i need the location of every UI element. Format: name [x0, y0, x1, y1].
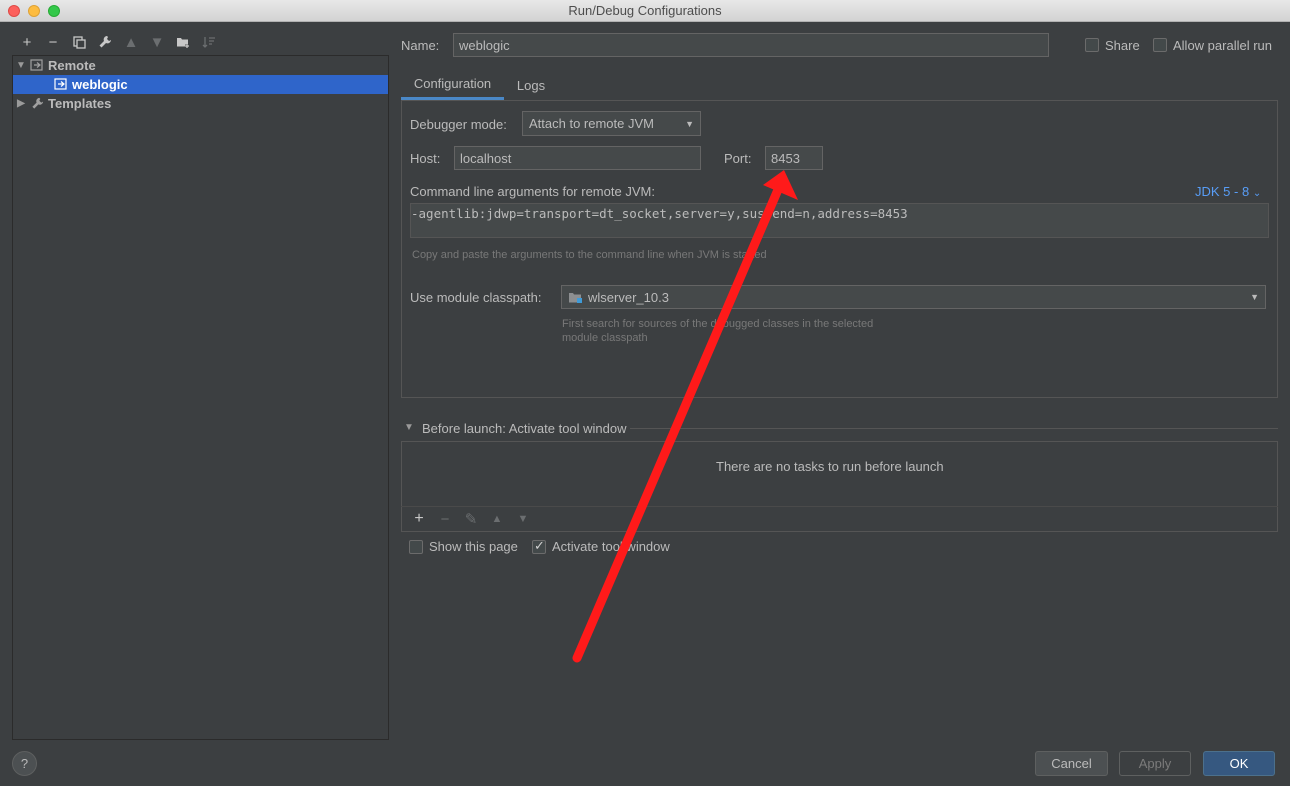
jdk-version-link[interactable]: JDK 5 - 8 ⌄	[1195, 184, 1261, 199]
remove-task-icon[interactable]: −	[432, 509, 458, 529]
folder-add-icon[interactable]	[170, 32, 196, 52]
minimize-window-button[interactable]	[28, 5, 40, 17]
chevron-down-icon: ▼	[1250, 292, 1259, 302]
port-label: Port:	[724, 151, 752, 166]
tab-configuration[interactable]: Configuration	[401, 70, 504, 100]
collapse-arrow-icon[interactable]: ▶	[13, 98, 29, 109]
port-field[interactable]: 8453	[765, 146, 823, 170]
remote-config-icon	[29, 59, 45, 73]
copy-icon[interactable]	[66, 32, 92, 52]
tab-label: Logs	[516, 77, 546, 93]
debugger-mode-label: Debugger mode:	[410, 117, 507, 132]
tab-label: Configuration	[413, 76, 492, 91]
cmd-args-field[interactable]: -agentlib:jdwp=transport=dt_socket,serve…	[410, 203, 1269, 238]
module-classpath-label: Use module classpath:	[410, 290, 542, 305]
module-classpath-select[interactable]: wlserver_10.3 ▼	[561, 285, 1266, 309]
cmd-args-label: Command line arguments for remote JVM:	[410, 184, 655, 199]
name-label: Name:	[401, 38, 440, 53]
allow-parallel-run-label: Allow parallel run	[1173, 38, 1272, 53]
title-bar: Run/Debug Configurations	[0, 0, 1290, 22]
help-button[interactable]: ?	[12, 751, 37, 776]
remote-config-icon	[53, 78, 69, 92]
section-divider	[630, 428, 1278, 429]
host-field[interactable]: localhost	[454, 146, 701, 170]
arrow-down-icon[interactable]: ▼	[144, 32, 170, 52]
jdk-version-text: JDK 5 - 8	[1195, 184, 1250, 199]
before-launch-title: Before launch: Activate tool window	[422, 421, 627, 436]
show-this-page-label: Show this page	[429, 539, 518, 554]
window-title: Run/Debug Configurations	[568, 3, 722, 18]
tree-node-label: Remote	[48, 58, 96, 73]
arrow-up-icon[interactable]: ▲	[118, 32, 144, 52]
module-classpath-value: wlserver_10.3	[588, 289, 669, 305]
plus-icon[interactable]: +	[14, 32, 40, 52]
chevron-down-icon: ⌄	[1252, 188, 1262, 199]
cancel-button[interactable]: Cancel	[1035, 751, 1108, 776]
debugger-mode-value: Attach to remote JVM	[529, 116, 654, 131]
apply-button[interactable]: Apply	[1119, 751, 1191, 776]
close-window-button[interactable]	[8, 5, 20, 17]
tree-node-label: Templates	[48, 96, 112, 111]
move-task-up-icon[interactable]: ▲	[484, 509, 510, 529]
activate-tool-window-label: Activate tool window	[552, 539, 670, 554]
wrench-icon[interactable]	[92, 32, 118, 52]
tree-node-label: weblogic	[72, 77, 128, 92]
sort-icon[interactable]	[196, 32, 222, 52]
show-this-page-checkbox[interactable]	[409, 540, 423, 554]
allow-parallel-run-checkbox[interactable]	[1153, 38, 1167, 52]
move-task-down-icon[interactable]: ▼	[510, 509, 536, 529]
expand-arrow-icon[interactable]: ▼	[13, 60, 29, 71]
minus-icon[interactable]: −	[40, 32, 66, 52]
tasks-toolbar-divider	[401, 506, 1278, 507]
share-checkbox[interactable]	[1085, 38, 1099, 52]
cmd-args-hint: Copy and paste the arguments to the comm…	[412, 249, 767, 261]
wrench-icon	[29, 97, 45, 111]
tree-node-weblogic[interactable]: weblogic	[13, 75, 388, 94]
host-label: Host:	[410, 151, 441, 166]
chevron-down-icon: ▼	[685, 118, 694, 129]
module-folder-icon	[568, 291, 583, 304]
config-toolbar: + − ▲ ▼	[14, 32, 222, 52]
tasks-toolbar: + − ✎ ▲ ▼	[406, 509, 536, 529]
module-hint-line2: module classpath	[562, 332, 648, 344]
tree-node-templates[interactable]: ▶ Templates	[13, 94, 388, 113]
share-label: Share	[1105, 38, 1140, 53]
maximize-window-button[interactable]	[48, 5, 60, 17]
collapse-arrow-icon[interactable]: ▼	[404, 422, 414, 433]
configuration-tree[interactable]: ▼ Remote weblogic ▶ Templates	[12, 55, 389, 740]
activate-tool-window-checkbox[interactable]	[532, 538, 546, 554]
empty-tasks-text: There are no tasks to run before launch	[716, 459, 944, 474]
tab-logs[interactable]: Logs	[506, 70, 556, 100]
tree-node-remote[interactable]: ▼ Remote	[13, 56, 388, 75]
ok-button[interactable]: OK	[1203, 751, 1275, 776]
add-task-icon[interactable]: +	[406, 509, 432, 529]
name-field[interactable]: weblogic	[453, 33, 1049, 57]
debugger-mode-select[interactable]: Attach to remote JVM ▼	[522, 111, 701, 136]
edit-task-icon[interactable]: ✎	[458, 509, 484, 529]
module-hint-line1: First search for sources of the debugged…	[562, 318, 874, 330]
